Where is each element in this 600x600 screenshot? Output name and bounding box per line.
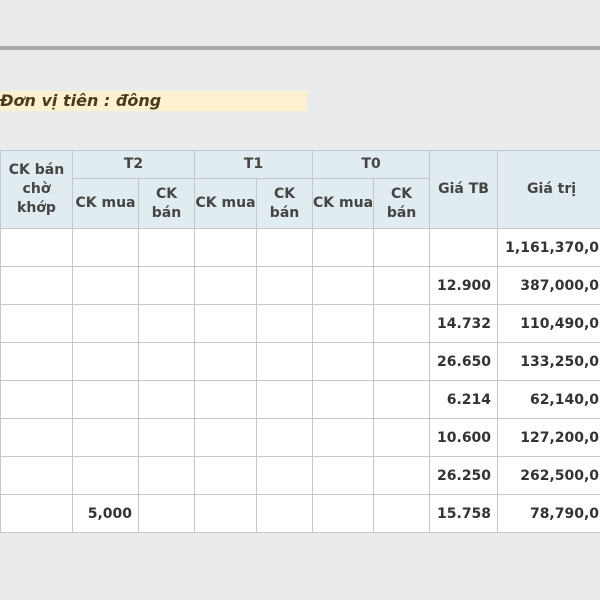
top-divider bbox=[0, 46, 600, 50]
cell-t1-mua bbox=[194, 494, 258, 533]
cell-t0-mua bbox=[312, 228, 375, 267]
cell-cho-khop bbox=[0, 304, 73, 343]
cell-gia-tb: 15.758 bbox=[429, 494, 499, 533]
cell-t2-ban bbox=[137, 342, 196, 381]
cell-t0-mua bbox=[312, 266, 375, 305]
header-ck-ban-cho-khop: CK bán chờ khớp bbox=[0, 150, 73, 229]
cell-t2-mua bbox=[72, 380, 139, 419]
cell-t0-mua bbox=[312, 342, 375, 381]
portfolio-table: CK bán chờ khớp T2 T1 T0 Giá TB Giá trị … bbox=[0, 150, 600, 533]
cell-t2-mua bbox=[72, 228, 139, 267]
cell-t1-mua bbox=[194, 342, 258, 381]
cell-cho-khop bbox=[0, 456, 73, 495]
cell-t2-mua bbox=[72, 456, 139, 495]
cell-t0-ban bbox=[373, 304, 431, 343]
cell-t1-mua bbox=[194, 456, 258, 495]
cell-t0-mua bbox=[312, 380, 375, 419]
table-row: 26.250 262,500,0 bbox=[0, 456, 600, 495]
cell-t0-mua bbox=[312, 494, 375, 533]
cell-t1-ban bbox=[256, 266, 314, 305]
table-row: 1,161,370,0 bbox=[0, 228, 600, 267]
cell-t2-ban bbox=[137, 380, 196, 419]
cell-t1-ban bbox=[256, 304, 314, 343]
header-gia-tri: Giá trị bbox=[497, 150, 600, 229]
unit-label: Đơn vị tiên : đông bbox=[0, 91, 162, 110]
cell-t0-ban bbox=[373, 228, 431, 267]
cell-t2-mua bbox=[72, 304, 139, 343]
table-row: 5,000 15.758 78,790,0 bbox=[0, 494, 600, 533]
cell-t0-ban bbox=[373, 266, 431, 305]
cell-gia-tb: 6.214 bbox=[429, 380, 499, 419]
header-t2: T2 bbox=[71, 150, 196, 179]
cell-t0-ban bbox=[373, 418, 431, 457]
header-t2-ck-ban: CK bán bbox=[137, 178, 196, 229]
cell-gia-tri: 262,500,0 bbox=[497, 456, 600, 495]
cell-t2-mua bbox=[72, 266, 139, 305]
cell-t2-mua bbox=[72, 418, 139, 457]
cell-t1-mua bbox=[194, 304, 258, 343]
cell-gia-tb: 12.900 bbox=[429, 266, 499, 305]
cell-cho-khop bbox=[0, 266, 73, 305]
table-row: 6.214 62,140,0 bbox=[0, 380, 600, 419]
cell-t2-ban bbox=[137, 456, 196, 495]
cell-gia-tri: 110,490,0 bbox=[497, 304, 600, 343]
header-gia-tb: Giá TB bbox=[429, 150, 499, 229]
cell-gia-tri: 78,790,0 bbox=[497, 494, 600, 533]
cell-cho-khop bbox=[0, 342, 73, 381]
cell-t0-ban bbox=[373, 456, 431, 495]
cell-cho-khop bbox=[0, 494, 73, 533]
cell-t0-mua bbox=[312, 418, 375, 457]
cell-t1-mua bbox=[194, 228, 258, 267]
cell-t1-ban bbox=[256, 342, 314, 381]
table-row: 10.600 127,200,0 bbox=[0, 418, 600, 457]
cell-gia-tri: 127,200,0 bbox=[497, 418, 600, 457]
header-t0-ck-ban: CK bán bbox=[373, 178, 431, 229]
cell-t1-ban bbox=[256, 456, 314, 495]
cell-t1-mua bbox=[194, 266, 258, 305]
cell-gia-tri: 387,000,0 bbox=[497, 266, 600, 305]
cell-t1-ban bbox=[256, 228, 314, 267]
cell-cho-khop bbox=[0, 380, 73, 419]
cell-gia-tri: 133,250,0 bbox=[497, 342, 600, 381]
cell-gia-tb: 26.250 bbox=[429, 456, 499, 495]
cell-t2-ban bbox=[137, 418, 196, 457]
cell-t0-mua bbox=[312, 304, 375, 343]
cell-gia-tb: 10.600 bbox=[429, 418, 499, 457]
cell-t0-ban bbox=[373, 494, 431, 533]
cell-t2-ban bbox=[137, 266, 196, 305]
header-t1-ck-mua: CK mua bbox=[194, 178, 258, 229]
cell-cho-khop bbox=[0, 228, 73, 267]
cell-t1-ban bbox=[256, 418, 314, 457]
cell-gia-tb bbox=[429, 228, 499, 267]
cell-gia-tb: 14.732 bbox=[429, 304, 499, 343]
cell-t1-mua bbox=[194, 418, 258, 457]
cell-cho-khop bbox=[0, 418, 73, 457]
header-t1: T1 bbox=[194, 150, 314, 179]
cell-t2-mua bbox=[72, 342, 139, 381]
table-row: 12.900 387,000,0 bbox=[0, 266, 600, 305]
cell-t0-mua bbox=[312, 456, 375, 495]
cell-t1-ban bbox=[256, 494, 314, 533]
table-row: 14.732 110,490,0 bbox=[0, 304, 600, 343]
header-t1-ck-ban: CK bán bbox=[256, 178, 314, 229]
cell-t2-ban bbox=[137, 304, 196, 343]
header-t0: T0 bbox=[312, 150, 431, 179]
header-t0-ck-mua: CK mua bbox=[312, 178, 375, 229]
cell-t1-ban bbox=[256, 380, 314, 419]
cell-t2-ban bbox=[137, 494, 196, 533]
cell-gia-tri: 1,161,370,0 bbox=[497, 228, 600, 267]
table-body: 1,161,370,0 12.900 387,000,0 14.732 110,… bbox=[0, 228, 600, 533]
cell-t0-ban bbox=[373, 380, 431, 419]
cell-gia-tri: 62,140,0 bbox=[497, 380, 600, 419]
table-row: 26.650 133,250,0 bbox=[0, 342, 600, 381]
cell-gia-tb: 26.650 bbox=[429, 342, 499, 381]
cell-t0-ban bbox=[373, 342, 431, 381]
cell-t2-mua: 5,000 bbox=[72, 494, 139, 533]
cell-t2-ban bbox=[137, 228, 196, 267]
cell-t1-mua bbox=[194, 380, 258, 419]
header-t2-ck-mua: CK mua bbox=[72, 178, 139, 229]
